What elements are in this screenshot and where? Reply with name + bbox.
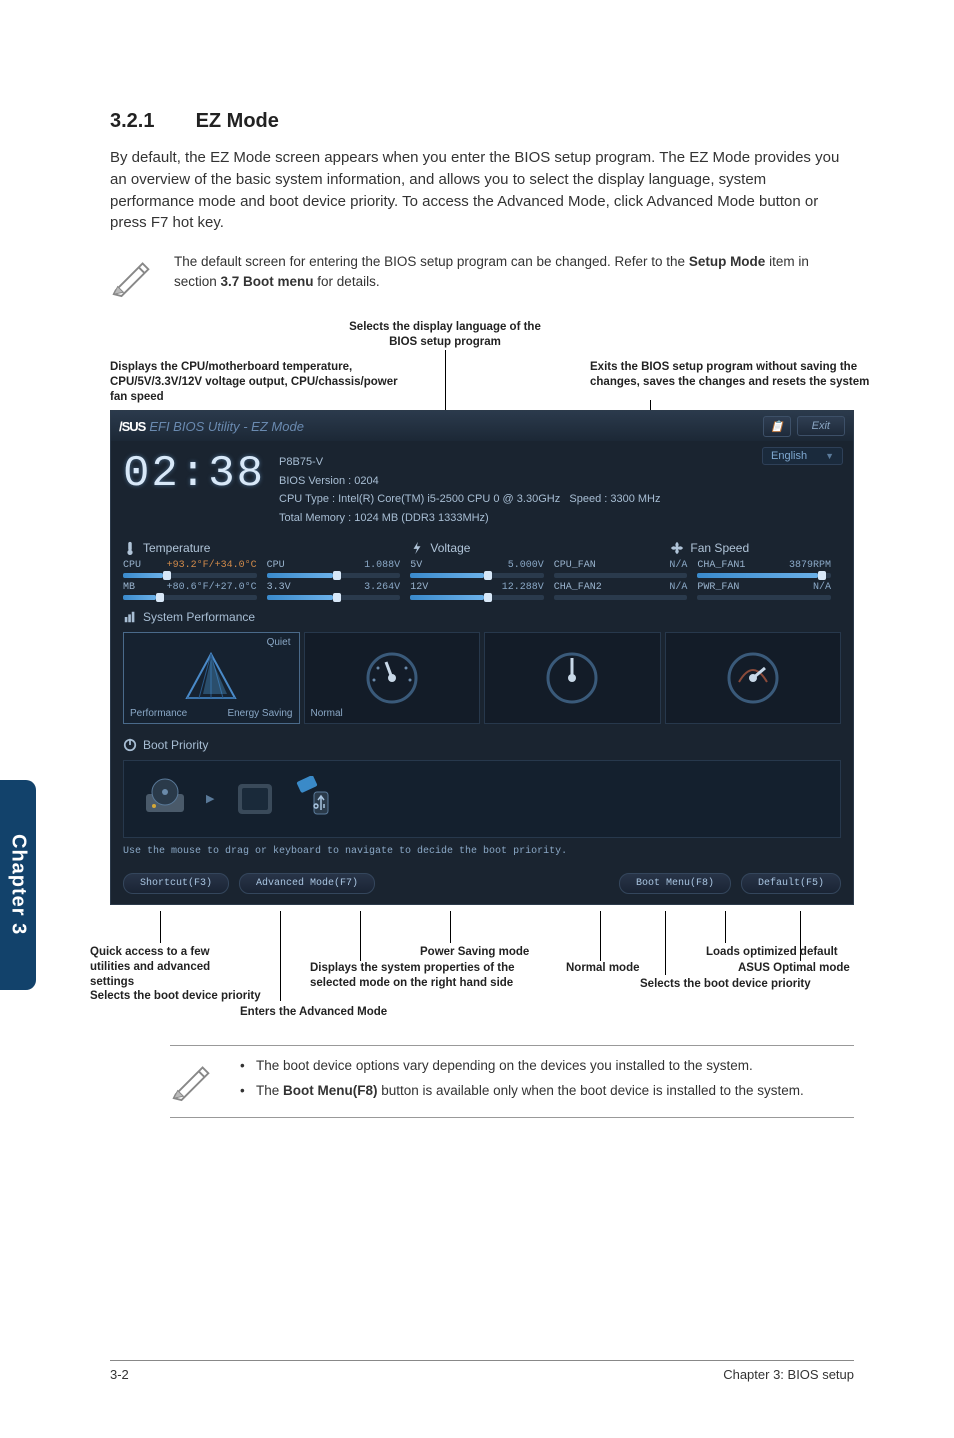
- section-heading: 3.2.1 EZ Mode: [110, 110, 854, 133]
- system-info: P8B75-V BIOS Version : 0204 CPU Type : I…: [279, 445, 660, 528]
- page-footer: 3-2 Chapter 3: BIOS setup: [110, 1360, 854, 1382]
- advanced-mode-button[interactable]: Advanced Mode(F7): [239, 873, 375, 894]
- cpufan-label: CPU_FAN: [554, 560, 596, 571]
- chapter-label: Chapter 3: BIOS setup: [723, 1367, 854, 1382]
- v5-label: 5V: [410, 560, 422, 571]
- boot-tip-text: Use the mouse to drag or keyboard to nav…: [111, 844, 853, 867]
- section-number: 3.2.1: [110, 110, 190, 133]
- cpu-speed: Speed : 3300 MHz: [569, 493, 660, 505]
- shortcut-button[interactable]: Shortcut(F3): [123, 873, 229, 894]
- chafan2-label: CHA_FAN2: [554, 582, 602, 593]
- chapter-side-label: Chapter 3: [7, 834, 30, 935]
- chapter-side-tab: Chapter 3: [0, 780, 36, 990]
- cpufan-value: N/A: [669, 560, 687, 571]
- callout-language: Selects the display language of the BIOS…: [340, 320, 550, 350]
- cpu-temp-value: +93.2°F/+34.0°C: [167, 560, 257, 571]
- callout-select-boot2: Selects the boot device priority: [640, 977, 860, 992]
- pwrfan-value: N/A: [813, 582, 831, 593]
- v33-label: 3.3V: [267, 582, 291, 593]
- gauge-optimal-icon: [544, 650, 600, 706]
- callout-normal: Normal mode: [566, 961, 666, 976]
- perf-quiet-card[interactable]: Quiet Performance Energy Saving: [123, 632, 300, 724]
- language-value: English: [771, 450, 807, 462]
- section-title: EZ Mode: [196, 110, 279, 132]
- bios-titlebar: /SUS EFI BIOS Utility - EZ Mode 📋 Exit: [111, 411, 853, 441]
- board-name: P8B75-V: [279, 453, 660, 472]
- default-button[interactable]: Default(F5): [741, 873, 841, 894]
- triangle-icon: [181, 648, 241, 708]
- exit-button[interactable]: Exit: [797, 416, 845, 436]
- power-icon: [123, 738, 137, 752]
- intro-paragraph: By default, the EZ Mode screen appears w…: [110, 147, 854, 234]
- callout-loads-default: Loads optimized default: [706, 945, 876, 960]
- note-1-text: The default screen for entering the BIOS…: [174, 252, 854, 291]
- bios-screenshot: /SUS EFI BIOS Utility - EZ Mode 📋 Exit E…: [110, 410, 854, 905]
- top-callouts: Selects the display language of the BIOS…: [110, 320, 854, 410]
- chafan1-value: 3879RPM: [789, 560, 831, 571]
- perf-normal-card[interactable]: Normal: [304, 632, 481, 724]
- callout-sysprops: Displays the system properties of the se…: [310, 961, 540, 991]
- chafan2-value: N/A: [669, 582, 687, 593]
- thermometer-icon: [123, 541, 137, 555]
- perf-powersave-card[interactable]: [665, 632, 842, 724]
- vcpu-value: 1.088V: [364, 560, 400, 571]
- v12-value: 12.288V: [502, 582, 544, 593]
- note-2-item-2: The Boot Menu(F8) button is available on…: [234, 1081, 854, 1101]
- v33-value: 3.264V: [364, 582, 400, 593]
- callout-monitors: Displays the CPU/motherboard temperature…: [110, 360, 410, 405]
- perf-optimal-card[interactable]: [484, 632, 661, 724]
- clock-display: 02:38: [123, 445, 265, 499]
- callout-exit: Exits the BIOS setup program without sav…: [590, 360, 870, 390]
- bottom-callouts: Quick access to a few utilities and adva…: [110, 911, 854, 1031]
- language-dropdown[interactable]: English ▼: [762, 447, 843, 465]
- callout-powersave: Power Saving mode: [420, 945, 560, 960]
- boot-disc-icon[interactable]: [142, 776, 188, 822]
- boot-usb-icon[interactable]: [296, 776, 342, 822]
- note-2-text: The boot device options vary depending o…: [234, 1056, 854, 1107]
- mb-temp-value: +80.6°F/+27.0°C: [167, 582, 257, 593]
- perf-energy-label: Energy Saving: [227, 708, 292, 719]
- perf-performance-label: Performance: [130, 708, 187, 719]
- bolt-icon: [410, 541, 424, 555]
- chevron-down-icon: ▼: [825, 451, 834, 461]
- mb-temp-label: MB: [123, 582, 135, 593]
- note-2-item-1: The boot device options vary depending o…: [234, 1056, 854, 1076]
- chafan1-label: CHA_FAN1: [697, 560, 745, 571]
- screenshot-icon[interactable]: 📋: [763, 416, 791, 437]
- system-performance-header: System Performance: [111, 602, 853, 628]
- vcpu-label: CPU: [267, 560, 285, 571]
- boot-menu-button[interactable]: Boot Menu(F8): [619, 873, 731, 894]
- perf-normal-label: Normal: [311, 708, 343, 719]
- callout-optimal: ASUS Optimal mode: [738, 961, 888, 976]
- fan-icon: [670, 541, 684, 555]
- bios-title: EFI BIOS Utility - EZ Mode: [149, 419, 304, 434]
- cpu-type: CPU Type : Intel(R) Core(TM) i5-2500 CPU…: [279, 493, 560, 505]
- boot-arrow-icon: ▶: [206, 792, 214, 805]
- bios-version: BIOS Version : 0204: [279, 472, 660, 491]
- note-1: The default screen for entering the BIOS…: [110, 252, 854, 298]
- asus-logo: /SUS: [119, 419, 145, 434]
- callout-advanced: Enters the Advanced Mode: [240, 1005, 440, 1020]
- cpu-temp-label: CPU: [123, 560, 141, 571]
- pencil-icon: [170, 1056, 216, 1102]
- pwrfan-label: PWR_FAN: [697, 582, 739, 593]
- boot-priority-header: Boot Priority: [111, 734, 853, 756]
- v12-label: 12V: [410, 582, 428, 593]
- callout-select-boot: Selects the boot device priority: [90, 989, 310, 1004]
- monitor-headers: Temperature Voltage Fan Speed: [111, 538, 853, 558]
- pencil-icon: [110, 252, 156, 298]
- boot-priority-row[interactable]: ▶: [123, 760, 841, 838]
- callout-quick-access: Quick access to a few utilities and adva…: [90, 945, 250, 990]
- gauge-eco-icon: [725, 650, 781, 706]
- gauge-normal-icon: [364, 650, 420, 706]
- bars-icon: [123, 610, 137, 624]
- total-memory: Total Memory : 1024 MB (DDR3 1333MHz): [279, 509, 660, 528]
- page-number: 3-2: [110, 1367, 129, 1382]
- perf-quiet-label: Quiet: [267, 637, 291, 648]
- v5-value: 5.000V: [508, 560, 544, 571]
- boot-hdd-icon[interactable]: [232, 776, 278, 822]
- bios-footer: Shortcut(F3) Advanced Mode(F7) Boot Menu…: [111, 867, 853, 904]
- note-2: The boot device options vary depending o…: [170, 1045, 854, 1118]
